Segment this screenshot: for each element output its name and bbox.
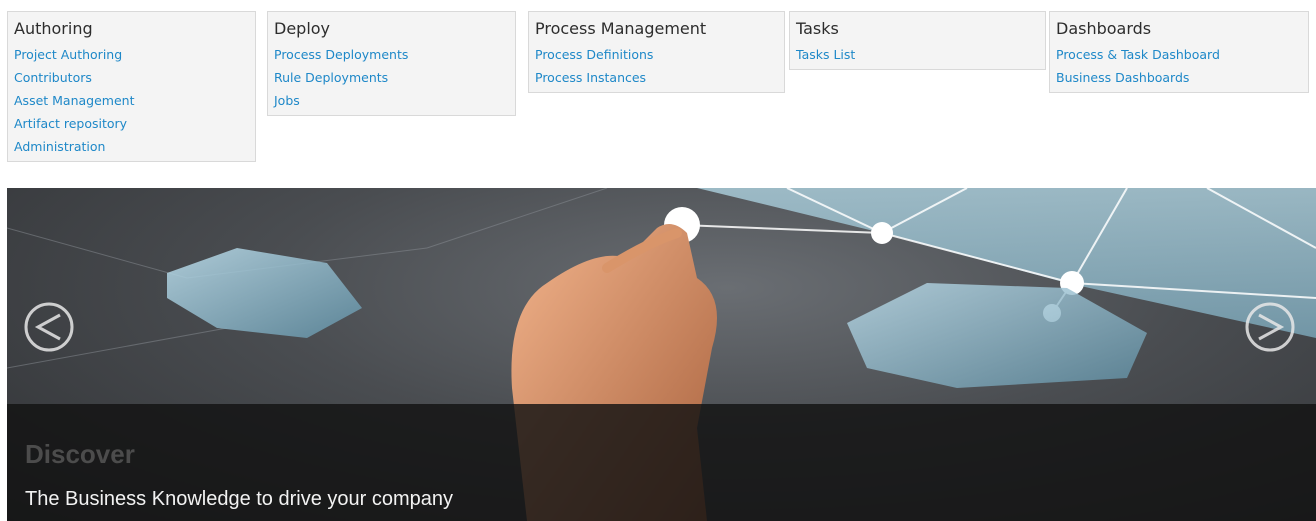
- menu-title: Deploy: [274, 19, 331, 38]
- chevron-left-circle-icon: [24, 302, 74, 352]
- menu-link-jobs[interactable]: Jobs: [274, 89, 509, 112]
- carousel-next-button[interactable]: [1245, 302, 1295, 352]
- caption-title: Discover: [25, 439, 135, 469]
- chevron-right-circle-icon: [1245, 302, 1295, 352]
- menu-link-asset-management[interactable]: Asset Management: [14, 89, 249, 112]
- menu-title: Authoring: [14, 19, 93, 38]
- menu-card-process-management: Process Management Process Definitions P…: [528, 11, 785, 93]
- menu-card-deploy: Deploy Process Deployments Rule Deployme…: [267, 11, 516, 116]
- menu-link-process-definitions[interactable]: Process Definitions: [535, 43, 778, 66]
- caption-text: The Business Knowledge to drive your com…: [25, 488, 454, 510]
- carousel-prev-button[interactable]: [24, 302, 74, 352]
- menu-link-artifact-repository[interactable]: Artifact repository: [14, 112, 249, 135]
- menu-link-administration[interactable]: Administration: [14, 135, 249, 158]
- menu-link-project-authoring[interactable]: Project Authoring: [14, 43, 249, 66]
- carousel-caption: Discover The Business Knowledge to drive…: [7, 404, 1316, 521]
- menu-title: Process Management: [535, 19, 707, 38]
- menu-link-process-task-dashboard[interactable]: Process & Task Dashboard: [1056, 43, 1302, 66]
- menu-card-dashboards: Dashboards Process & Task Dashboard Busi…: [1049, 11, 1309, 93]
- menu-title: Tasks: [796, 19, 839, 38]
- menu-card-tasks: Tasks Tasks List: [789, 11, 1046, 70]
- menu-link-process-deployments[interactable]: Process Deployments: [274, 43, 509, 66]
- menu-link-process-instances[interactable]: Process Instances: [535, 66, 778, 89]
- menu-link-contributors[interactable]: Contributors: [14, 66, 249, 89]
- menu-title: Dashboards: [1056, 19, 1152, 38]
- menu-link-rule-deployments[interactable]: Rule Deployments: [274, 66, 509, 89]
- menu-link-tasks-list[interactable]: Tasks List: [796, 43, 1039, 66]
- menu-link-business-dashboards[interactable]: Business Dashboards: [1056, 66, 1302, 89]
- hero-carousel: Discover The Business Knowledge to drive…: [7, 188, 1316, 521]
- menu-card-authoring: Authoring Project Authoring Contributors…: [7, 11, 256, 162]
